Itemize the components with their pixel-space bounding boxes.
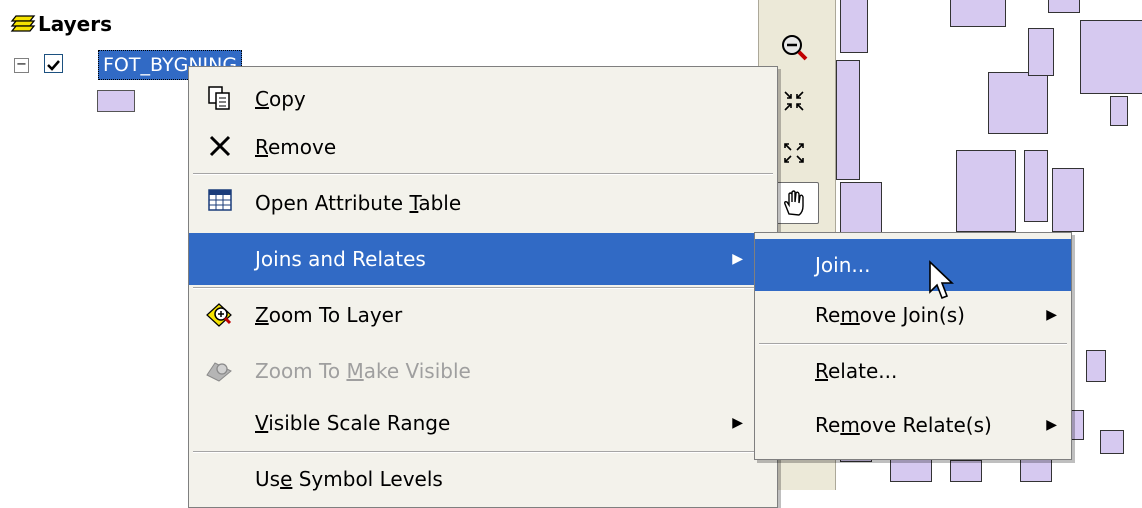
zoom-to-make-visible-icon — [205, 357, 235, 385]
menu-item-label: Remove — [255, 135, 337, 159]
checkmark-icon — [47, 60, 60, 71]
layer-visibility-checkbox[interactable] — [44, 54, 63, 73]
menu-item-label: Zoom To Layer — [255, 303, 403, 327]
mouse-pointer-icon — [929, 260, 954, 300]
menu-item-remove[interactable]: Remove — [189, 121, 777, 173]
submenu-item-remove-joins[interactable]: Remove Join(s) ▶ — [755, 289, 1071, 341]
submenu-item-join[interactable]: Join... — [755, 239, 1071, 291]
submenu-arrow-icon: ▶ — [732, 415, 743, 431]
joins-relates-submenu: Join... Remove Join(s) ▶ Relate... Remov… — [754, 232, 1072, 460]
zoom-out-tool[interactable] — [771, 26, 817, 66]
menu-item-zoom-to-layer[interactable]: Zoom To Layer — [189, 289, 777, 341]
map-building — [840, 182, 882, 236]
submenu-arrow-icon: ▶ — [1046, 417, 1057, 433]
map-building — [950, 460, 982, 482]
toc-title: Layers — [38, 12, 112, 36]
menu-item-joins-and-relates[interactable]: Joins and Relates ▶ — [189, 233, 777, 285]
menu-item-use-symbol-levels[interactable]: Use Symbol Levels — [189, 453, 777, 505]
menu-item-label: Use Symbol Levels — [255, 467, 443, 491]
fixed-zoom-out-icon — [784, 143, 804, 163]
menu-item-zoom-to-make-visible: Zoom To Make Visible — [189, 345, 777, 397]
menu-item-label: Visible Scale Range — [255, 411, 451, 435]
menu-item-label: Copy — [255, 87, 306, 111]
map-building — [1052, 168, 1084, 232]
pan-tool[interactable] — [771, 182, 819, 224]
map-building — [1048, 0, 1080, 13]
submenu-item-label: Remove Relate(s) — [815, 413, 992, 437]
zoom-out-icon — [782, 35, 808, 61]
map-building — [836, 60, 860, 180]
menu-item-label: Joins and Relates — [255, 247, 426, 271]
layers-icon — [10, 15, 36, 32]
layer-symbol-swatch — [97, 90, 135, 112]
menu-item-label: Open Attribute Table — [255, 191, 462, 215]
menu-item-visible-scale-range[interactable]: Visible Scale Range ▶ — [189, 397, 777, 449]
menu-item-label: Zoom To Make Visible — [255, 359, 471, 383]
remove-x-icon — [205, 133, 235, 161]
map-building — [988, 72, 1048, 134]
pan-hand-icon — [784, 190, 804, 216]
menu-item-open-attribute-table[interactable]: Open Attribute Table — [189, 177, 777, 229]
collapse-toggle[interactable]: − — [14, 58, 29, 73]
fixed-zoom-in-icon — [784, 91, 804, 111]
zoom-to-layer-icon — [205, 301, 235, 329]
map-building — [1028, 28, 1054, 76]
map-building — [1100, 430, 1124, 454]
submenu-item-relate[interactable]: Relate... — [755, 345, 1071, 397]
map-building — [1110, 96, 1128, 126]
map-building — [1024, 150, 1048, 222]
submenu-item-remove-relates[interactable]: Remove Relate(s) ▶ — [755, 399, 1071, 451]
submenu-arrow-icon: ▶ — [732, 251, 743, 267]
menu-item-copy[interactable]: Copy — [189, 73, 777, 125]
submenu-arrow-icon: ▶ — [1046, 307, 1057, 323]
submenu-item-label: Relate... — [815, 359, 898, 383]
map-building — [950, 0, 1006, 27]
map-building — [956, 150, 1016, 232]
menu-separator — [193, 173, 773, 175]
submenu-item-label: Join... — [815, 253, 871, 277]
map-building — [1080, 20, 1142, 94]
copy-icon — [205, 85, 235, 113]
map-building — [840, 0, 868, 53]
layer-context-menu: Copy Remove Open Attribute Table Joins a… — [188, 66, 778, 508]
map-building — [1086, 350, 1106, 382]
attribute-table-icon — [205, 189, 235, 217]
